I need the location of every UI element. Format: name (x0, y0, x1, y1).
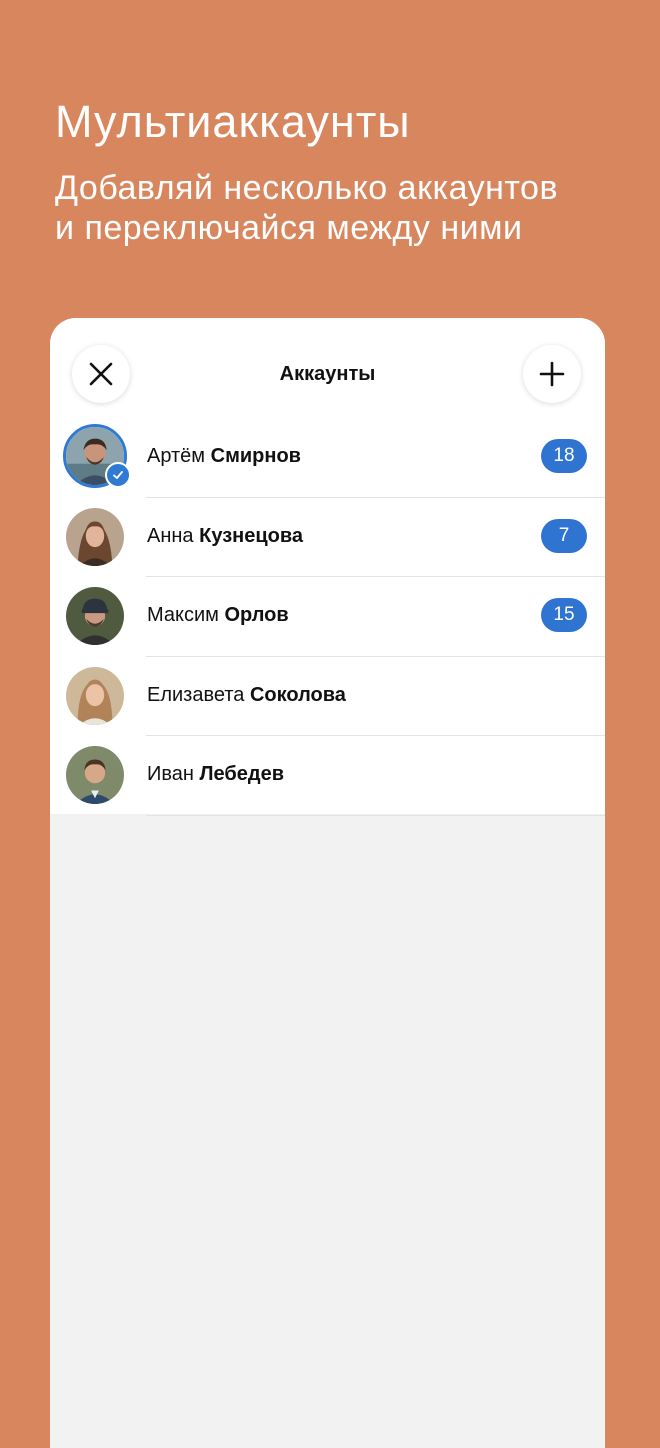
account-last-name: Лебедев (199, 763, 284, 785)
account-first-name: Иван (147, 763, 194, 785)
account-row[interactable]: Иван Лебедев (50, 736, 605, 816)
account-last-name: Кузнецова (199, 524, 304, 547)
sheet-header: Аккаунты (50, 318, 605, 418)
hero-subtitle-line2: и переключайся между ними (55, 209, 523, 247)
unread-badge: 15 (541, 598, 587, 632)
account-first-name: Елизавета (147, 683, 245, 706)
account-first-name: Артём (147, 445, 206, 467)
account-name: Анна Кузнецова (147, 525, 303, 548)
account-name: Максим Орлов (147, 604, 289, 627)
hero-title: Мультиаккаунты (55, 96, 411, 147)
account-name: Иван Лебедев (147, 763, 284, 786)
avatar (66, 746, 124, 804)
unread-badge: 7 (541, 518, 587, 553)
hero-subtitle-line1: Добавляй несколько аккаунтов (55, 169, 559, 207)
avatar (66, 587, 124, 645)
accounts-sheet: Аккаунты Артём Смирнов 18 Анна Кузнецова… (50, 318, 605, 1448)
avatar (66, 507, 124, 566)
account-last-name: Соколова (249, 683, 346, 706)
accounts-panel: Аккаунты Артём Смирнов 18 Анна Кузнецова… (50, 318, 605, 816)
active-check-icon (105, 462, 131, 488)
sheet-title: Аккаунты (279, 363, 376, 385)
plus-icon (539, 361, 565, 387)
account-first-name: Анна (147, 524, 194, 547)
account-row[interactable]: Анна Кузнецова 7 (50, 498, 605, 578)
account-row[interactable]: Максим Орлов 15 (50, 577, 605, 657)
avatar (66, 666, 124, 725)
unread-badge: 18 (541, 439, 587, 473)
account-first-name: Максим (147, 604, 219, 626)
hero-subtitle: Добавляй несколько аккаунтов и переключа… (55, 168, 635, 248)
account-name: Артём Смирнов (147, 445, 301, 468)
accounts-list: Артём Смирнов 18 Анна Кузнецова 7 Максим… (50, 418, 605, 816)
account-name: Елизавета Соколова (147, 684, 346, 707)
account-row[interactable]: Артём Смирнов 18 (50, 418, 605, 498)
account-last-name: Смирнов (210, 445, 301, 467)
account-row[interactable]: Елизавета Соколова (50, 657, 605, 737)
account-last-name: Орлов (224, 604, 289, 626)
add-account-button[interactable] (523, 345, 581, 403)
